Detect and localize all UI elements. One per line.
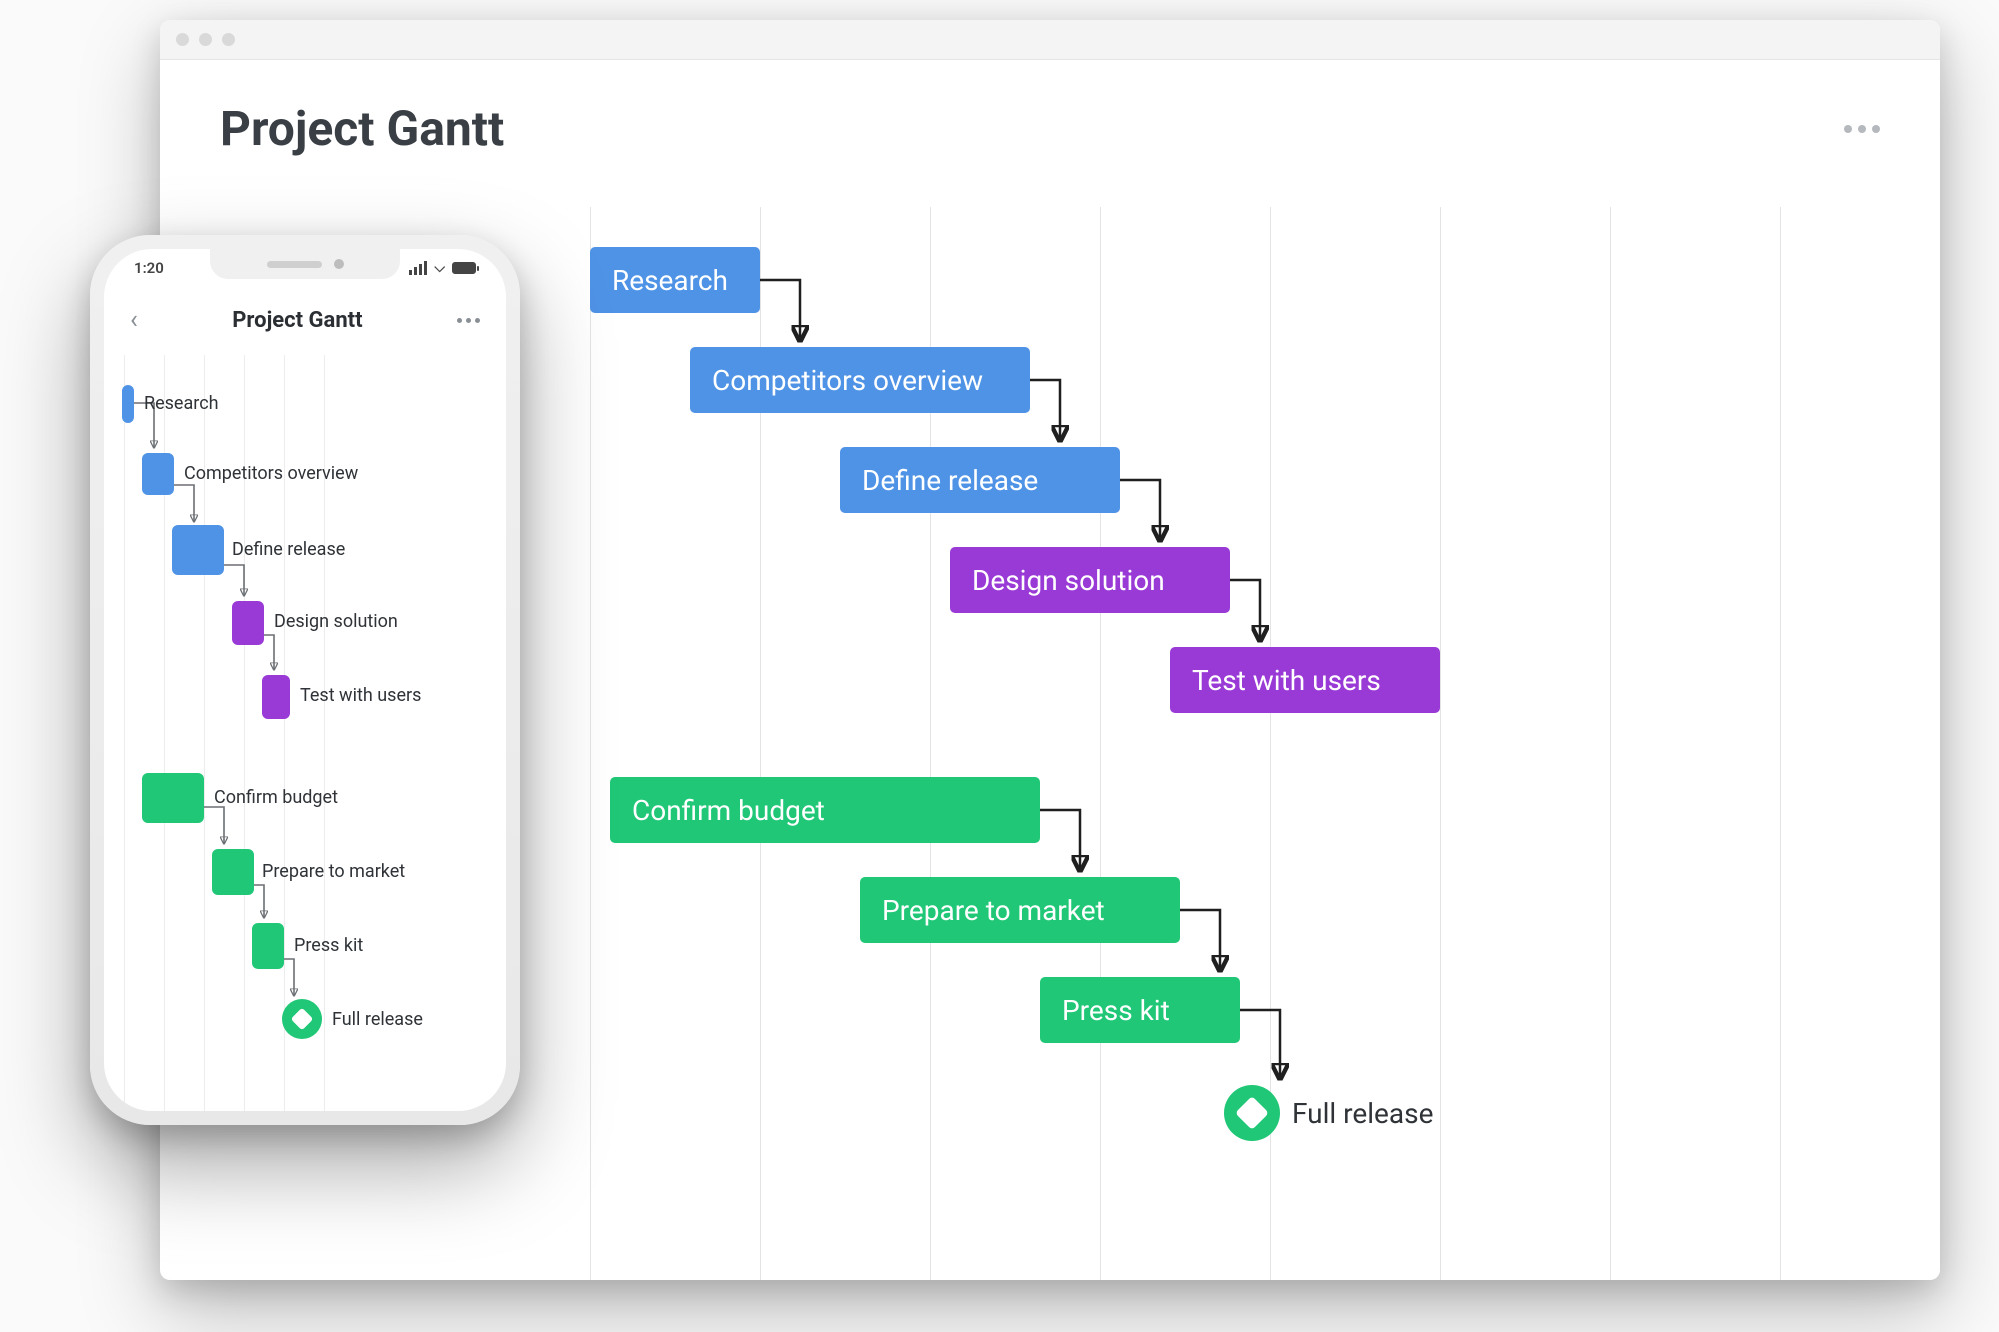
signal-icon [409, 261, 427, 275]
phone-statusbar: 1:20 ⌵ [104, 259, 506, 277]
gantt-milestone-label: Full release [1292, 1097, 1433, 1130]
phone-more-icon[interactable] [457, 318, 480, 323]
wifi-icon: ⌵ [434, 260, 445, 276]
traffic-min-icon[interactable] [199, 33, 212, 46]
phone-label-budget: Confirm budget [214, 787, 338, 808]
phone-milestone-label: Full release [332, 1009, 423, 1030]
page-title: Project Gantt [220, 100, 504, 157]
phone-label-research: Research [144, 393, 219, 414]
battery-icon [452, 262, 476, 274]
phone-bar-competitors[interactable] [142, 453, 174, 495]
phone-label-test: Test with users [300, 685, 421, 706]
desktop-header: Project Gantt [160, 60, 1940, 187]
gantt-milestone-full-release[interactable] [1224, 1085, 1280, 1141]
phone-label-press: Press kit [294, 935, 363, 956]
traffic-max-icon[interactable] [222, 33, 235, 46]
window-titlebar [160, 20, 1940, 60]
phone-bar-define[interactable] [172, 525, 224, 575]
gantt-bar-prepare-market[interactable]: Prepare to market [860, 877, 1180, 943]
phone-bar-design[interactable] [232, 601, 264, 645]
phone-title: Project Gantt [232, 308, 362, 333]
gantt-bar-research[interactable]: Research [590, 247, 760, 313]
phone-frame: 1:20 ⌵ ‹ Project Gantt [90, 235, 520, 1125]
more-menu-icon[interactable] [1844, 125, 1880, 133]
phone-header: ‹ Project Gantt [104, 295, 506, 345]
phone-label-market: Prepare to market [262, 861, 405, 882]
gantt-bar-test-users[interactable]: Test with users [1170, 647, 1440, 713]
phone-bar-budget[interactable] [142, 773, 204, 823]
traffic-close-icon[interactable] [176, 33, 189, 46]
phone-bar-market[interactable] [212, 849, 254, 895]
phone-milestone[interactable] [282, 999, 322, 1039]
phone-label-define: Define release [232, 539, 345, 560]
gantt-bar-press-kit[interactable]: Press kit [1040, 977, 1240, 1043]
gantt-bar-design-solution[interactable]: Design solution [950, 547, 1230, 613]
phone-screen: 1:20 ⌵ ‹ Project Gantt [104, 249, 506, 1111]
phone-gantt-chart[interactable]: Research Competitors overview Define rel… [104, 355, 506, 1111]
phone-label-design: Design solution [274, 611, 398, 632]
gantt-bar-define-release[interactable]: Define release [840, 447, 1120, 513]
gantt-bar-confirm-budget[interactable]: Confirm budget [610, 777, 1040, 843]
status-time: 1:20 [134, 259, 164, 277]
phone-label-competitors: Competitors overview [184, 463, 358, 484]
gantt-bar-competitors[interactable]: Competitors overview [690, 347, 1030, 413]
phone-bar-research[interactable] [122, 385, 134, 423]
phone-bar-test[interactable] [262, 675, 290, 719]
back-icon[interactable]: ‹ [130, 305, 138, 335]
phone-bar-press[interactable] [252, 923, 284, 969]
